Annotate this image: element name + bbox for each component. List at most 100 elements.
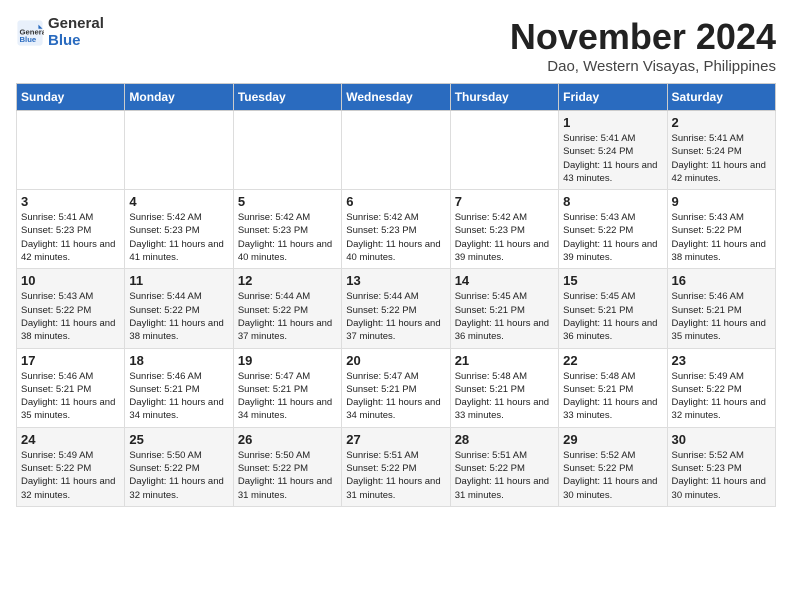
calendar-cell: 17 Sunrise: 5:46 AM Sunset: 5:21 PM Dayli…	[17, 348, 125, 427]
weekday-header-friday: Friday	[559, 84, 667, 111]
calendar-cell: 23Sunrise: 5:49 AM Sunset: 5:22 PM Dayli…	[667, 348, 775, 427]
day-info: Sunrise: 5:41 AM Sunset: 5:24 PM Dayligh…	[672, 132, 771, 185]
day-info: Sunrise: 5:46 AM Sunset: 5:21 PM Dayligh…	[21, 370, 120, 423]
day-info: Sunrise: 5:42 AM Sunset: 5:23 PM Dayligh…	[455, 211, 554, 264]
day-info: Sunrise: 5:46 AM Sunset: 5:21 PM Dayligh…	[129, 370, 228, 423]
day-info: Sunrise: 5:43 AM Sunset: 5:22 PM Dayligh…	[672, 211, 771, 264]
calendar-cell: 15Sunrise: 5:45 AM Sunset: 5:21 PM Dayli…	[559, 269, 667, 348]
day-number: 6	[346, 194, 445, 209]
day-info: Sunrise: 5:42 AM Sunset: 5:23 PM Dayligh…	[238, 211, 337, 264]
day-number: 7	[455, 194, 554, 209]
day-info: Sunrise: 5:51 AM Sunset: 5:22 PM Dayligh…	[346, 449, 445, 502]
logo-text: General Blue	[48, 16, 104, 49]
weekday-header-row: SundayMondayTuesdayWednesdayThursdayFrid…	[17, 84, 776, 111]
day-number: 5	[238, 194, 337, 209]
calendar-week-1: 1 Sunrise: 5:41 AM Sunset: 5:24 PM Daylig…	[17, 111, 776, 190]
calendar-week-4: 17 Sunrise: 5:46 AM Sunset: 5:21 PM Dayli…	[17, 348, 776, 427]
day-number: 10	[21, 273, 120, 288]
calendar-cell: 16Sunrise: 5:46 AM Sunset: 5:21 PM Dayli…	[667, 269, 775, 348]
calendar-cell: 2 Sunrise: 5:41 AM Sunset: 5:24 PM Daylig…	[667, 111, 775, 190]
calendar-week-3: 10 Sunrise: 5:43 AM Sunset: 5:22 PM Dayli…	[17, 269, 776, 348]
weekday-header-tuesday: Tuesday	[233, 84, 341, 111]
calendar-cell: 19Sunrise: 5:47 AM Sunset: 5:21 PM Dayli…	[233, 348, 341, 427]
day-info: Sunrise: 5:48 AM Sunset: 5:21 PM Dayligh…	[563, 370, 662, 423]
day-number: 19	[238, 353, 337, 368]
day-number: 1	[563, 115, 662, 130]
day-info: Sunrise: 5:42 AM Sunset: 5:23 PM Dayligh…	[129, 211, 228, 264]
logo-line1: General	[48, 16, 104, 33]
calendar-cell: 7 Sunrise: 5:42 AM Sunset: 5:23 PM Daylig…	[450, 190, 558, 269]
day-number: 4	[129, 194, 228, 209]
calendar-cell	[233, 111, 341, 190]
calendar-cell: 3 Sunrise: 5:41 AM Sunset: 5:23 PM Daylig…	[17, 190, 125, 269]
svg-text:Blue: Blue	[20, 35, 37, 44]
day-info: Sunrise: 5:44 AM Sunset: 5:22 PM Dayligh…	[238, 290, 337, 343]
calendar-cell: 21 Sunrise: 5:48 AM Sunset: 5:21 PM Dayli…	[450, 348, 558, 427]
calendar-cell: 5 Sunrise: 5:42 AM Sunset: 5:23 PM Daylig…	[233, 190, 341, 269]
day-number: 18	[129, 353, 228, 368]
logo-line2: Blue	[48, 33, 104, 50]
calendar-cell	[125, 111, 233, 190]
day-number: 28	[455, 432, 554, 447]
main-title: November 2024	[510, 16, 776, 58]
day-info: Sunrise: 5:41 AM Sunset: 5:24 PM Dayligh…	[563, 132, 662, 185]
day-number: 27	[346, 432, 445, 447]
day-info: Sunrise: 5:49 AM Sunset: 5:22 PM Dayligh…	[21, 449, 120, 502]
day-number: 21	[455, 353, 554, 368]
day-number: 12	[238, 273, 337, 288]
day-number: 20	[346, 353, 445, 368]
day-number: 29	[563, 432, 662, 447]
day-info: Sunrise: 5:42 AM Sunset: 5:23 PM Dayligh…	[346, 211, 445, 264]
calendar-cell: 24 Sunrise: 5:49 AM Sunset: 5:22 PM Dayli…	[17, 427, 125, 506]
day-number: 2	[672, 115, 771, 130]
calendar-cell: 20 Sunrise: 5:47 AM Sunset: 5:21 PM Dayli…	[342, 348, 450, 427]
day-info: Sunrise: 5:52 AM Sunset: 5:22 PM Dayligh…	[563, 449, 662, 502]
day-info: Sunrise: 5:47 AM Sunset: 5:21 PM Dayligh…	[346, 370, 445, 423]
calendar-cell: 11 Sunrise: 5:44 AM Sunset: 5:22 PM Dayli…	[125, 269, 233, 348]
day-info: Sunrise: 5:50 AM Sunset: 5:22 PM Dayligh…	[238, 449, 337, 502]
calendar-cell: 18 Sunrise: 5:46 AM Sunset: 5:21 PM Dayli…	[125, 348, 233, 427]
calendar-cell	[450, 111, 558, 190]
calendar-cell: 1 Sunrise: 5:41 AM Sunset: 5:24 PM Daylig…	[559, 111, 667, 190]
calendar-cell: 30Sunrise: 5:52 AM Sunset: 5:23 PM Dayli…	[667, 427, 775, 506]
calendar-cell: 28 Sunrise: 5:51 AM Sunset: 5:22 PM Dayli…	[450, 427, 558, 506]
day-info: Sunrise: 5:50 AM Sunset: 5:22 PM Dayligh…	[129, 449, 228, 502]
calendar-week-5: 24 Sunrise: 5:49 AM Sunset: 5:22 PM Dayli…	[17, 427, 776, 506]
calendar-cell: 13 Sunrise: 5:44 AM Sunset: 5:22 PM Dayli…	[342, 269, 450, 348]
day-info: Sunrise: 5:51 AM Sunset: 5:22 PM Dayligh…	[455, 449, 554, 502]
calendar-cell	[17, 111, 125, 190]
calendar-table: SundayMondayTuesdayWednesdayThursdayFrid…	[16, 83, 776, 507]
day-number: 15	[563, 273, 662, 288]
day-info: Sunrise: 5:52 AM Sunset: 5:23 PM Dayligh…	[672, 449, 771, 502]
calendar-cell: 10 Sunrise: 5:43 AM Sunset: 5:22 PM Dayli…	[17, 269, 125, 348]
day-number: 24	[21, 432, 120, 447]
calendar-cell	[342, 111, 450, 190]
day-number: 11	[129, 273, 228, 288]
calendar-cell: 25 Sunrise: 5:50 AM Sunset: 5:22 PM Dayli…	[125, 427, 233, 506]
calendar-cell: 29 Sunrise: 5:52 AM Sunset: 5:22 PM Dayli…	[559, 427, 667, 506]
day-number: 13	[346, 273, 445, 288]
calendar-cell: 6 Sunrise: 5:42 AM Sunset: 5:23 PM Daylig…	[342, 190, 450, 269]
calendar-cell: 26 Sunrise: 5:50 AM Sunset: 5:22 PM Dayli…	[233, 427, 341, 506]
day-info: Sunrise: 5:43 AM Sunset: 5:22 PM Dayligh…	[21, 290, 120, 343]
calendar-cell: 12 Sunrise: 5:44 AM Sunset: 5:22 PM Dayli…	[233, 269, 341, 348]
weekday-header-wednesday: Wednesday	[342, 84, 450, 111]
day-info: Sunrise: 5:44 AM Sunset: 5:22 PM Dayligh…	[346, 290, 445, 343]
calendar-week-2: 3 Sunrise: 5:41 AM Sunset: 5:23 PM Daylig…	[17, 190, 776, 269]
day-info: Sunrise: 5:45 AM Sunset: 5:21 PM Dayligh…	[455, 290, 554, 343]
calendar-cell: 14Sunrise: 5:45 AM Sunset: 5:21 PM Dayli…	[450, 269, 558, 348]
day-info: Sunrise: 5:44 AM Sunset: 5:22 PM Dayligh…	[129, 290, 228, 343]
logo-icon: General Blue	[16, 19, 44, 47]
title-block: November 2024 Dao, Western Visayas, Phil…	[510, 16, 776, 75]
day-number: 25	[129, 432, 228, 447]
day-info: Sunrise: 5:41 AM Sunset: 5:23 PM Dayligh…	[21, 211, 120, 264]
day-number: 17	[21, 353, 120, 368]
day-number: 8	[563, 194, 662, 209]
day-number: 26	[238, 432, 337, 447]
calendar-cell: 9Sunrise: 5:43 AM Sunset: 5:22 PM Daylig…	[667, 190, 775, 269]
day-info: Sunrise: 5:48 AM Sunset: 5:21 PM Dayligh…	[455, 370, 554, 423]
page-header: General Blue General Blue November 2024 …	[16, 16, 776, 75]
weekday-header-sunday: Sunday	[17, 84, 125, 111]
day-number: 3	[21, 194, 120, 209]
calendar-cell: 22Sunrise: 5:48 AM Sunset: 5:21 PM Dayli…	[559, 348, 667, 427]
